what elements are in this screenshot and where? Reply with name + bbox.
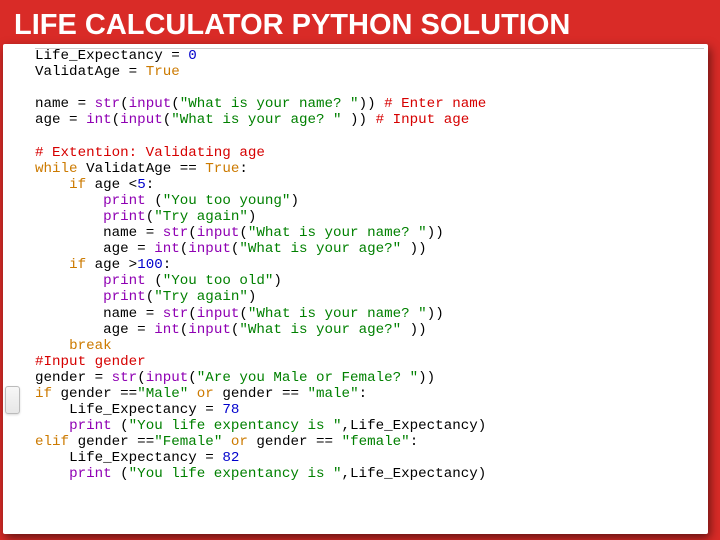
- code-line: age = int(input("What is your age?" )): [35, 241, 704, 257]
- code-line: gender = str(input("Are you Male or Fema…: [35, 370, 704, 386]
- code-viewport: Life_Expectancy = 0ValidatAge = True nam…: [35, 48, 704, 532]
- python-code: Life_Expectancy = 0ValidatAge = True nam…: [35, 48, 704, 483]
- code-line: Life_Expectancy = 0: [35, 48, 704, 64]
- code-line: name = str(input("What is your name? ")): [35, 306, 704, 322]
- code-line: while ValidatAge == True:: [35, 161, 704, 177]
- code-line: Life_Expectancy = 82: [35, 450, 704, 466]
- code-line: print("Try again"): [35, 289, 704, 305]
- code-line: name = str(input("What is your name? "))…: [35, 96, 704, 112]
- code-line: Life_Expectancy = 78: [35, 402, 704, 418]
- code-line: [35, 128, 704, 144]
- code-card: Life_Expectancy = 0ValidatAge = True nam…: [3, 44, 708, 534]
- code-line: print ("You life expentancy is ",Life_Ex…: [35, 466, 704, 482]
- code-line: name = str(input("What is your name? ")): [35, 225, 704, 241]
- code-line: elif gender =="Female" or gender == "fem…: [35, 434, 704, 450]
- code-line: print ("You too old"): [35, 273, 704, 289]
- code-line: print ("You life expentancy is ",Life_Ex…: [35, 418, 704, 434]
- code-line: #Input gender: [35, 354, 704, 370]
- code-line: if age >100:: [35, 257, 704, 273]
- code-line: ValidatAge = True: [35, 64, 704, 80]
- code-line: age = int(input("What is your age? " )) …: [35, 112, 704, 128]
- code-line: print ("You too young"): [35, 193, 704, 209]
- slide-title: LIFE CALCULATOR PYTHON SOLUTION: [14, 10, 706, 40]
- code-line: age = int(input("What is your age?" )): [35, 322, 704, 338]
- slide: LIFE CALCULATOR PYTHON SOLUTION Life_Exp…: [0, 0, 720, 540]
- code-line: [35, 80, 704, 96]
- code-line: break: [35, 338, 704, 354]
- code-line: if age <5:: [35, 177, 704, 193]
- fold-gutter-button[interactable]: [5, 386, 20, 414]
- code-line: print("Try again"): [35, 209, 704, 225]
- code-line: # Extention: Validating age: [35, 145, 704, 161]
- code-line: if gender =="Male" or gender == "male":: [35, 386, 704, 402]
